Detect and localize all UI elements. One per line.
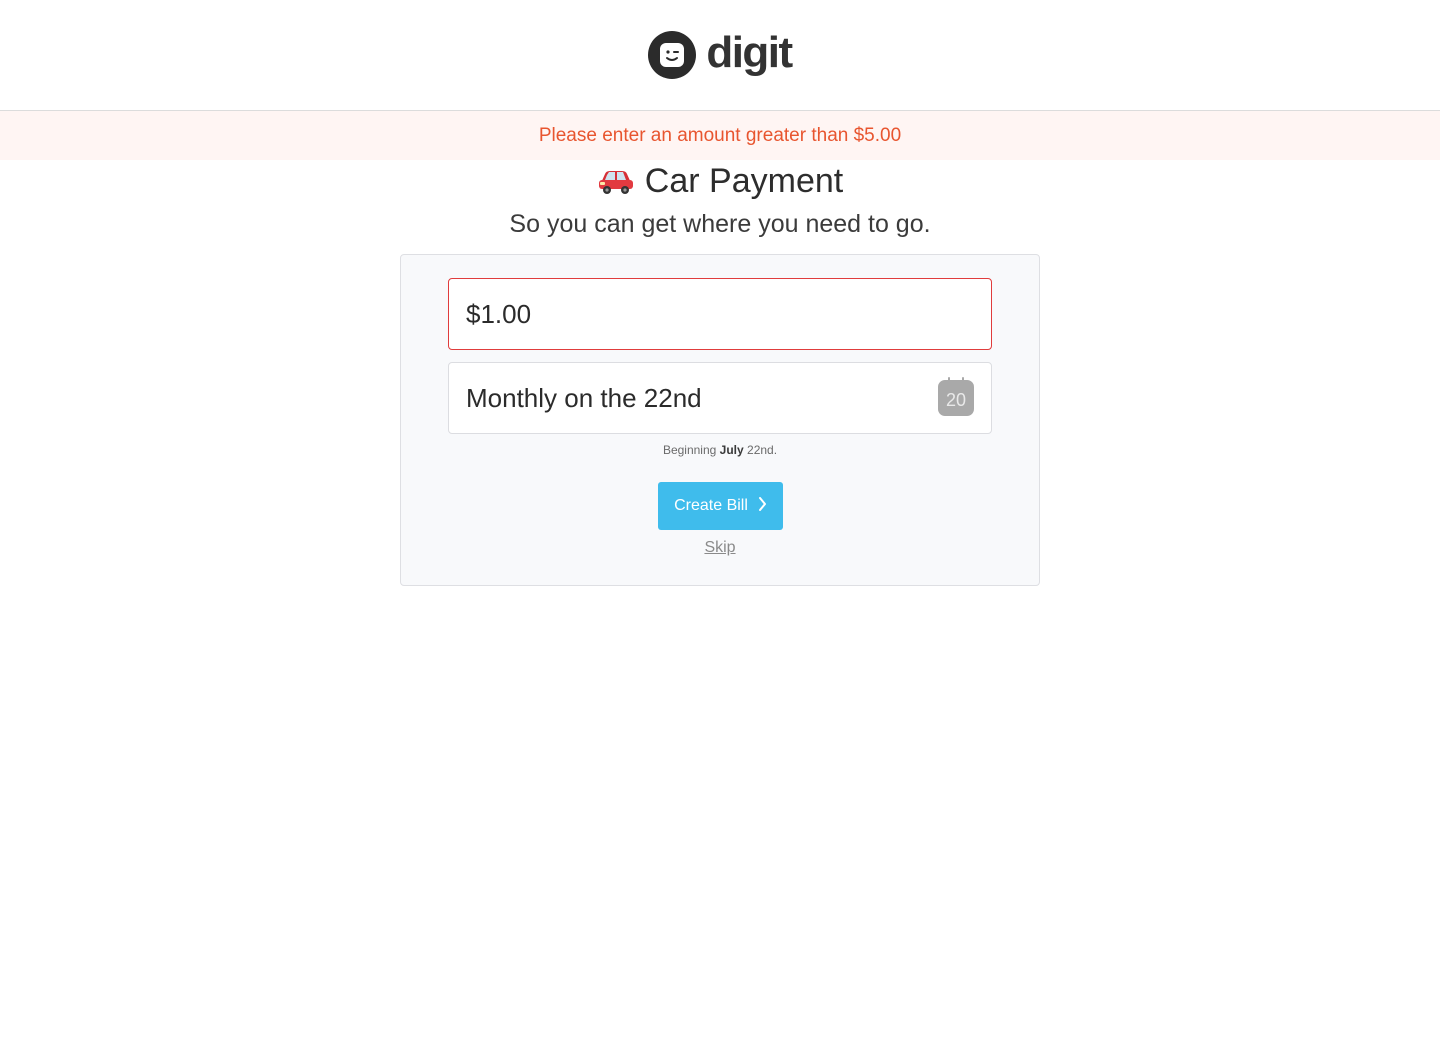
skip-link[interactable]: Skip xyxy=(401,539,1039,557)
start-date-note: Beginning July 22nd. xyxy=(401,443,1039,457)
error-alert-banner: Please enter an amount greater than $5.0… xyxy=(0,111,1440,160)
error-alert-message: Please enter an amount greater than $5.0… xyxy=(538,124,902,146)
chevron-right-icon xyxy=(758,496,767,516)
amount-input-value: $1.00 xyxy=(466,298,532,329)
amount-input[interactable]: $1.00 xyxy=(448,278,992,350)
start-date-prefix: Beginning xyxy=(662,443,717,457)
create-bill-button-label: Create Bill xyxy=(674,497,748,514)
page-subtitle: So you can get where you need to go. xyxy=(509,210,931,238)
schedule-select[interactable]: Monthly on the 22nd 20 xyxy=(448,362,992,434)
create-bill-button[interactable]: Create Bill xyxy=(658,482,783,530)
page-title: Car Payment xyxy=(0,160,1440,202)
top-header: digit xyxy=(0,0,1440,111)
logo-face-icon xyxy=(648,31,697,79)
car-icon xyxy=(597,166,635,196)
start-date-suffix: 22nd. xyxy=(747,443,778,457)
page-title-text: Car Payment xyxy=(644,161,844,200)
digit-logo[interactable]: digit xyxy=(648,28,793,79)
logo-wordmark: digit xyxy=(706,28,793,77)
calendar-icon-label: 20 xyxy=(938,380,974,416)
start-date-month: July xyxy=(719,443,744,457)
bill-form-card: $1.00 Monthly on the 22nd 20 Beginning J… xyxy=(400,254,1040,586)
schedule-select-value: Monthly on the 22nd xyxy=(466,382,702,413)
calendar-icon[interactable]: 20 xyxy=(938,377,974,416)
